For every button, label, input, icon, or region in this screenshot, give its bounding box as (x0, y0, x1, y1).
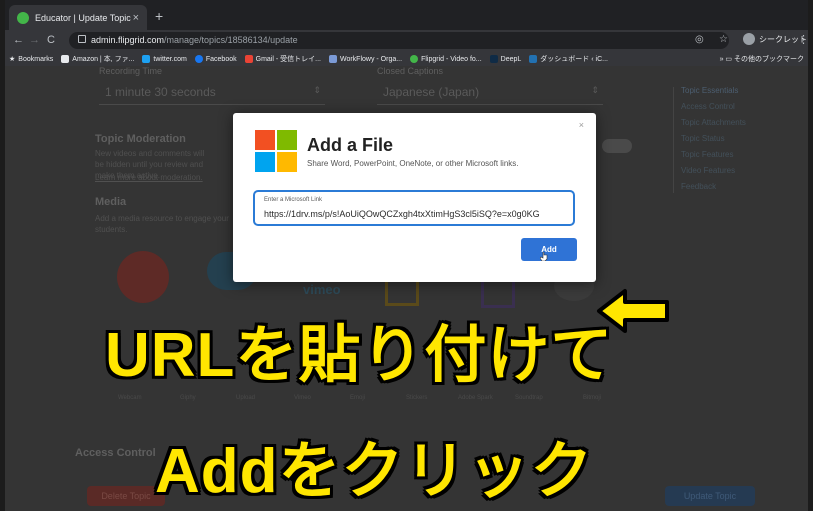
incognito-avatar-icon (743, 33, 755, 45)
tab-title: Educator | Update Topic (35, 12, 131, 23)
learn-more-link[interactable]: Learn more about moderation. (95, 172, 255, 183)
side-nav-video-features[interactable]: Video Features (681, 166, 735, 175)
deepl-icon (489, 55, 498, 63)
media-label-bitmoji: Bitmoji (583, 395, 602, 401)
reload-icon[interactable]: C (47, 34, 55, 46)
side-nav-features[interactable]: Topic Features (681, 150, 733, 159)
bookmark-item[interactable]: WorkFlowy - Orga... (328, 55, 402, 63)
select-arrows-icon: ⇕ (591, 85, 599, 95)
menu-kebab-icon[interactable]: ⋮ (798, 33, 808, 46)
star-icon[interactable]: ☆ (719, 34, 728, 45)
other-bookmarks[interactable]: » ▭ その他のブックマーク (720, 54, 804, 64)
update-topic-button[interactable]: Update Topic (665, 486, 755, 506)
new-tab-icon[interactable]: + (155, 8, 163, 24)
lock-icon (78, 35, 86, 43)
moderation-toggle[interactable] (602, 139, 632, 153)
forward-icon[interactable]: → (29, 34, 40, 46)
modal-title: Add a File (307, 135, 394, 155)
media-label-soundtrap: Soundtrap (515, 395, 543, 401)
bookmark-item[interactable]: twitter.com (142, 55, 187, 63)
vimeo-logo[interactable]: vimeo (303, 282, 341, 297)
microsoft-link-field[interactable]: Enter a Microsoft Link https://1drv.ms/p… (253, 190, 575, 226)
browser-tab[interactable]: Educator | Update Topic × (9, 5, 147, 30)
add-button[interactable]: Add (521, 238, 577, 261)
bookmark-item[interactable]: Flipgrid - Video fo... (410, 55, 482, 63)
logo-square-red (255, 130, 275, 150)
side-nav-access-control[interactable]: Access Control (681, 102, 735, 111)
media-label-stickers: Stickers (406, 395, 428, 401)
media-label-adobe-spark: Adobe Spark (458, 395, 493, 401)
media-label-webcam: Webcam (118, 395, 142, 401)
add-file-modal: Add a File Share Word, PowerPoint, OneNo… (233, 113, 596, 282)
address-bar-row: ← → C admin.flipgrid.com/manage/topics/1… (5, 30, 808, 52)
bookmark-item[interactable]: Facebook (194, 55, 237, 63)
modal-subtitle: Share Word, PowerPoint, OneNote, or othe… (307, 159, 519, 168)
media-text: Add a media resource to engage your stud… (95, 214, 229, 234)
logo-square-green (277, 130, 297, 150)
bookmark-item[interactable]: DeepL (489, 55, 521, 63)
select-arrows-icon: ⇕ (313, 85, 321, 95)
tab-close-icon[interactable]: × (133, 12, 139, 24)
bookmark-item[interactable]: ★ Bookmarks (9, 55, 53, 64)
bookmarks-bar: ★ Bookmarks Amazon | 本, ファ... twitter.com… (5, 52, 808, 66)
twitter-icon (142, 55, 151, 63)
screen-frame: Educator | Update Topic × + ← → C admin.… (5, 0, 808, 511)
side-nav-rule (673, 87, 674, 193)
link-field-value[interactable]: https://1drv.ms/p/s!AoUiQOwQCZxgh4txXtim… (264, 209, 540, 219)
delete-topic-button[interactable]: Delete Topic (87, 486, 165, 506)
workflowy-icon (328, 55, 337, 63)
caption-line-1: URLを貼り付けて (105, 321, 614, 390)
media-heading: Media (95, 196, 127, 208)
side-nav-attachments[interactable]: Topic Attachments (681, 118, 746, 127)
side-nav-essentials[interactable]: Topic Essentials (681, 86, 738, 95)
caption-line-2: Addをクリック (155, 437, 594, 506)
url-field[interactable]: admin.flipgrid.com/manage/topics/1858613… (69, 32, 729, 49)
media-label-emoji: Emoji (350, 395, 366, 401)
link-field-label: Enter a Microsoft Link (264, 197, 323, 203)
bookmark-item[interactable]: ダッシュボード ‹ iC... (529, 54, 608, 64)
recording-time-select[interactable]: 1 minute 30 seconds ⇕ (99, 78, 325, 105)
amazon-icon (61, 55, 70, 63)
close-icon[interactable]: × (579, 120, 584, 130)
back-icon[interactable]: ← (13, 34, 24, 46)
side-nav-status[interactable]: Topic Status (681, 134, 725, 143)
bookmark-item[interactable]: Amazon | 本, ファ... (61, 54, 134, 64)
tab-strip: Educator | Update Topic × + (5, 0, 808, 30)
url-path: /manage/topics/18586134/update (164, 35, 298, 45)
facebook-icon (194, 55, 203, 63)
webcam-tile[interactable] (117, 251, 169, 303)
dashboard-icon (529, 55, 538, 63)
side-nav-feedback[interactable]: Feedback (681, 182, 716, 191)
bookmark-item[interactable]: Gmail - 受信トレイ... (244, 54, 321, 64)
incognito-eye-icon[interactable]: ◎ (695, 34, 704, 45)
topic-moderation-heading: Topic Moderation (95, 133, 186, 145)
hand-cursor-icon (540, 252, 548, 261)
access-control-heading: Access Control (75, 447, 156, 459)
media-label-vimeo: Vimeo (294, 395, 311, 401)
closed-captions-label: Closed Captions (377, 66, 444, 76)
recording-time-label: Recording Time (99, 66, 163, 76)
logo-square-yellow (277, 152, 297, 172)
media-label-giphy: Giphy (180, 395, 196, 401)
star-icon: ★ (9, 56, 16, 63)
flipgrid-favicon-icon (17, 11, 29, 24)
microsoft-logo-icon (255, 130, 297, 172)
gmail-icon (244, 55, 253, 63)
media-label-upload: Upload (236, 395, 256, 401)
logo-square-blue (255, 152, 275, 172)
closed-captions-select[interactable]: Japanese (Japan) ⇕ (377, 78, 603, 105)
flipgrid-icon (410, 55, 419, 63)
url-host: admin.flipgrid.com (91, 35, 165, 45)
